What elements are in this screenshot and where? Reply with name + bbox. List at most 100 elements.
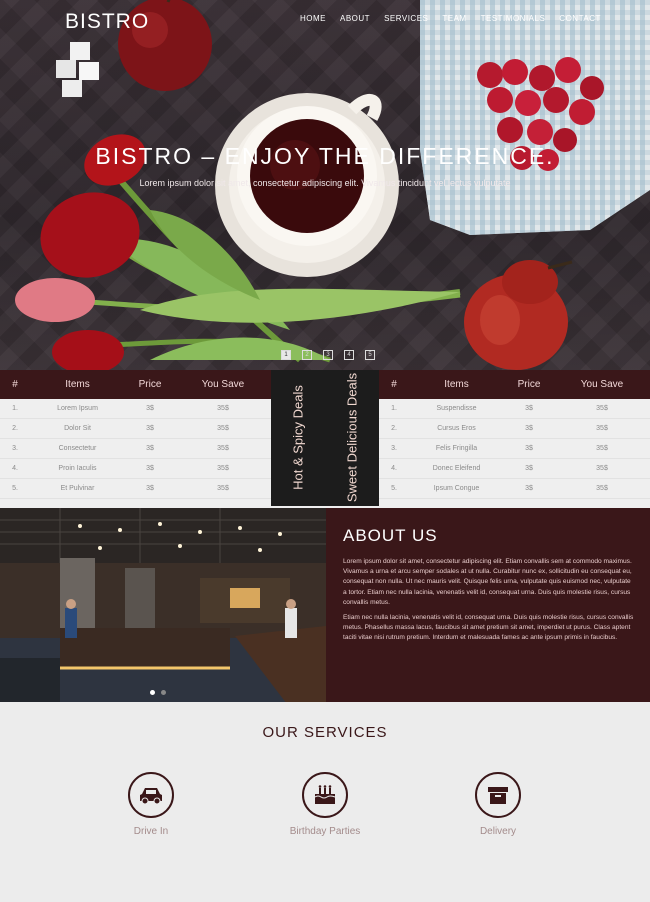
slider-page-1[interactable]: 1 (281, 350, 291, 360)
nav-about[interactable]: ABOUT (340, 14, 370, 23)
row-item: Ipsum Congue (433, 485, 480, 492)
row-price: 3$ (525, 425, 533, 432)
row-item: Lorem Ipsum (57, 405, 98, 412)
col-items: Items (65, 379, 90, 390)
row-number: 4. (12, 465, 18, 472)
slider-page-5[interactable]: 5 (365, 350, 375, 360)
hot-deals-table: # Items Price You Save 1. Lorem Ipsum 3$… (0, 370, 271, 499)
row-save: 35$ (217, 425, 229, 432)
col-you-save: You Save (201, 379, 245, 390)
sweet-deals-label: Sweet Delicious Deals (344, 372, 360, 503)
car-icon (128, 772, 174, 818)
napkin-illustration (420, 0, 650, 235)
row-number: 4. (391, 465, 397, 472)
service-drive-in[interactable]: Drive In (91, 772, 211, 837)
row-number: 1. (391, 405, 397, 412)
hero-banner: BISTRO HOME ABOUT SERVICES TEAM TESTIMON… (0, 0, 650, 370)
row-number: 2. (12, 425, 18, 432)
about-title: ABOUT US (343, 526, 438, 545)
row-price: 3$ (525, 485, 533, 492)
slider-page-2[interactable]: 2 (302, 350, 312, 360)
main-nav: HOME ABOUT SERVICES TEAM TESTIMONIALS CO… (300, 14, 615, 23)
row-item: Proin Iaculis (58, 465, 97, 472)
row-number: 2. (391, 425, 397, 432)
row-item: Dolor Sit (64, 425, 91, 432)
col-items: Items (444, 379, 469, 390)
about-paragraph-1: Lorem ipsum dolor sit amet, consectetur … (343, 558, 632, 606)
service-label: Delivery (479, 826, 517, 837)
col-price: Price (138, 379, 162, 390)
row-number: 1. (12, 405, 18, 412)
row-number: 3. (391, 445, 397, 452)
row-save: 35$ (596, 465, 608, 472)
row-item: Suspendisse (436, 405, 477, 412)
table-row: 2. Cursus Eros 3$ 35$ (379, 419, 650, 439)
nav-contact[interactable]: CONTACT (559, 14, 601, 23)
slider-page-4[interactable]: 4 (344, 350, 354, 360)
hero-title: BISTRO – ENJOY THE DIFFERENCE. (95, 143, 555, 169)
nav-testimonials[interactable]: TESTIMONIALS (481, 14, 546, 23)
col-price: Price (517, 379, 541, 390)
row-save: 35$ (217, 405, 229, 412)
row-number: 5. (391, 485, 397, 492)
nav-home[interactable]: HOME (300, 14, 326, 23)
row-price: 3$ (146, 485, 154, 492)
table-row: 5. Et Pulvinar 3$ 35$ (0, 479, 271, 499)
row-item: Cursus Eros (437, 425, 476, 432)
sweet-deals-table: # Items Price You Save 1. Suspendisse 3$… (379, 370, 650, 499)
nav-services[interactable]: SERVICES (384, 14, 428, 23)
photo-dot-1[interactable] (150, 690, 155, 695)
table-row: 4. Donec Eleifend 3$ 35$ (379, 459, 650, 479)
table-row: 4. Proin Iaculis 3$ 35$ (0, 459, 271, 479)
row-number: 5. (12, 485, 18, 492)
row-price: 3$ (525, 405, 533, 412)
table-row: 3. Felis Fringilla 3$ 35$ (379, 439, 650, 459)
site-logo[interactable]: BISTRO (65, 10, 149, 34)
table-row: 3. Consectetur 3$ 35$ (0, 439, 271, 459)
slider-page-3[interactable]: 3 (323, 350, 333, 360)
col-number: # (12, 379, 18, 390)
row-item: Felis Fringilla (435, 445, 478, 452)
col-you-save: You Save (580, 379, 624, 390)
about-panel: ABOUT US Lorem ipsum dolor sit amet, con… (326, 508, 650, 702)
pear-illustration (464, 260, 573, 370)
row-save: 35$ (217, 485, 229, 492)
table-row: 5. Ipsum Congue 3$ 35$ (379, 479, 650, 499)
row-item: Consectetur (58, 445, 97, 452)
services-title: OUR SERVICES (262, 724, 388, 741)
row-number: 3. (12, 445, 18, 452)
photo-slider-dots (150, 690, 166, 695)
row-save: 35$ (596, 425, 608, 432)
hot-deals-label: Hot & Spicy Deals (290, 385, 306, 490)
row-price: 3$ (146, 425, 154, 432)
hero-subtitle: Lorem ipsum dolor sit amet, consectetur … (139, 178, 511, 188)
box-icon (475, 772, 521, 818)
row-price: 3$ (146, 445, 154, 452)
row-save: 35$ (596, 485, 608, 492)
row-item: Et Pulvinar (60, 485, 95, 492)
slider-pager: 1 2 3 4 5 (281, 350, 375, 360)
sweet-deals-panel: Sweet Delicious Deals (325, 370, 379, 506)
table-row: 1. Lorem Ipsum 3$ 35$ (0, 399, 271, 419)
about-paragraph-2: Etiam nec nulla lacinia, venenatis velit… (343, 614, 634, 642)
nav-team[interactable]: TEAM (442, 14, 466, 23)
restaurant-interior-image (0, 508, 326, 702)
cake-icon (302, 772, 348, 818)
sugar-cubes-illustration (56, 42, 99, 97)
service-label: Birthday Parties (289, 826, 361, 837)
table-header: # Items Price You Save (379, 370, 650, 399)
row-save: 35$ (217, 445, 229, 452)
row-price: 3$ (146, 405, 154, 412)
row-price: 3$ (525, 465, 533, 472)
restaurant-photo (0, 508, 326, 702)
photo-dot-2[interactable] (161, 690, 166, 695)
table-header: # Items Price You Save (0, 370, 271, 399)
row-save: 35$ (596, 405, 608, 412)
service-birthday-parties[interactable]: Birthday Parties (265, 772, 385, 837)
table-row: 1. Suspendisse 3$ 35$ (379, 399, 650, 419)
service-delivery[interactable]: Delivery (438, 772, 558, 837)
row-item: Donec Eleifend (432, 465, 481, 472)
service-label: Drive In (133, 826, 169, 837)
row-save: 35$ (596, 445, 608, 452)
services-section: OUR SERVICES Drive In Birthday Parties D… (0, 702, 650, 902)
